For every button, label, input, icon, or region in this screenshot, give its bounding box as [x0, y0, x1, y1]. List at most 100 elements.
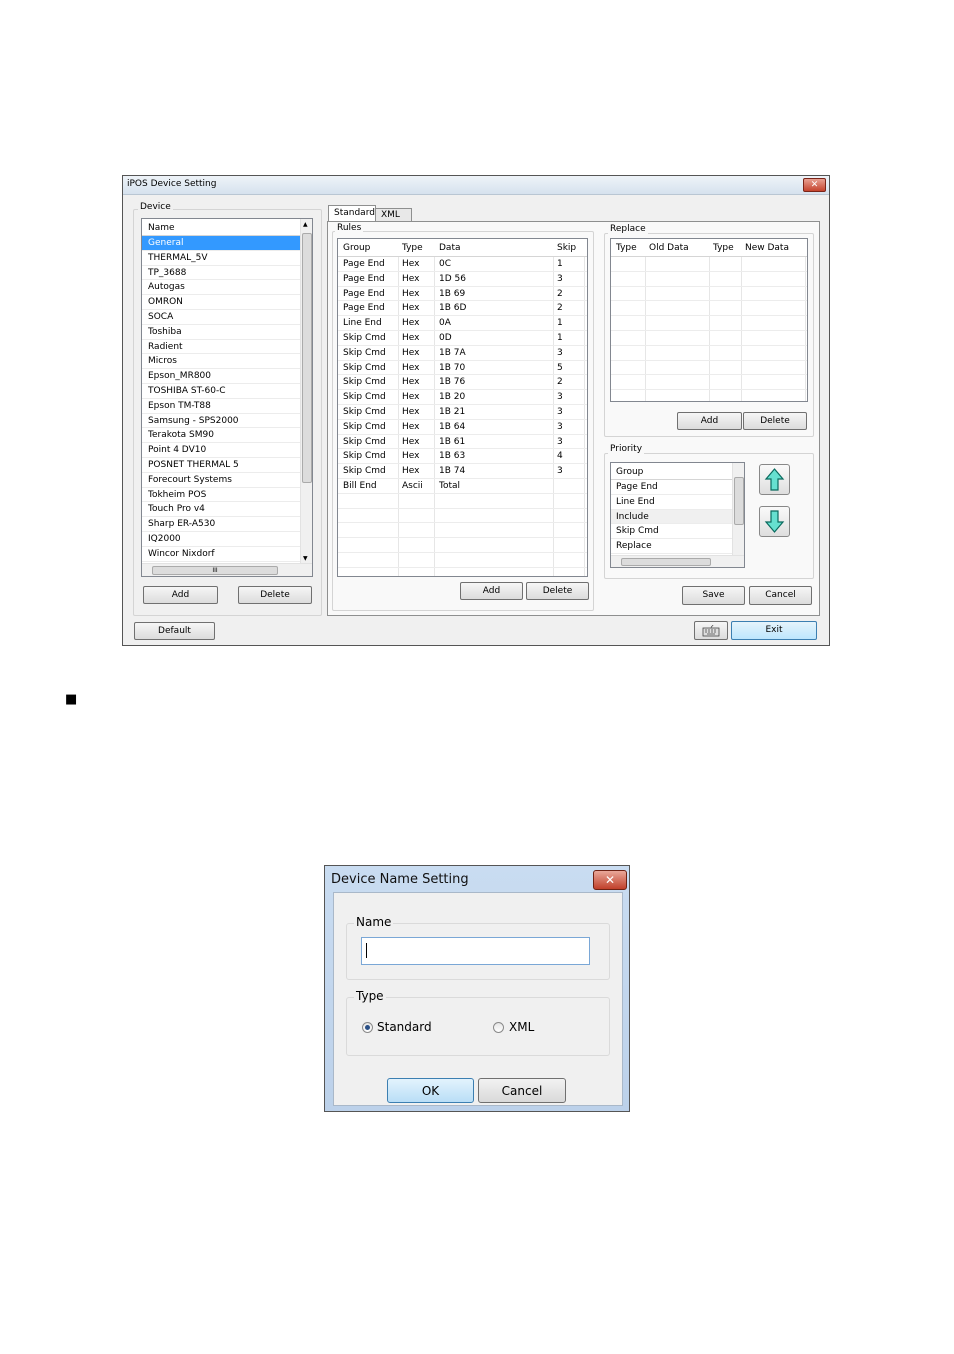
close-icon[interactable]: ✕: [803, 178, 826, 192]
priority-down-button[interactable]: [759, 506, 790, 537]
replace-empty-row[interactable]: [611, 257, 807, 272]
device-list-item[interactable]: TP_3688: [142, 266, 300, 281]
device-list-item[interactable]: TOSHIBA ST-60-C: [142, 384, 300, 399]
device-list-item[interactable]: Epson_MR800: [142, 369, 300, 384]
rules-table-row[interactable]: Page End Hex 1D 56 3: [338, 272, 587, 287]
replace-col-type-2[interactable]: Type: [713, 243, 734, 253]
ok-button[interactable]: OK: [387, 1078, 474, 1103]
device-list-item[interactable]: OMRON: [142, 295, 300, 310]
priority-up-button[interactable]: [759, 464, 790, 495]
priority-hscrollbar[interactable]: [611, 555, 744, 567]
exit-button[interactable]: Exit: [731, 621, 817, 640]
rules-empty-row[interactable]: [338, 568, 587, 576]
replace-empty-row[interactable]: [611, 316, 807, 331]
device-list-item[interactable]: Terakota SM90: [142, 428, 300, 444]
replace-col-new-data[interactable]: New Data: [745, 243, 789, 253]
replace-empty-row[interactable]: [611, 375, 807, 391]
device-list-item[interactable]: Tokheim POS: [142, 488, 300, 503]
replace-empty-row[interactable]: [611, 287, 807, 302]
priority-vscrollbar[interactable]: [732, 463, 744, 556]
priority-list-item[interactable]: Page End: [611, 480, 732, 495]
device-list-item[interactable]: SOCA: [142, 310, 300, 325]
priority-hscroll-thumb[interactable]: [621, 558, 711, 566]
replace-col-old-data[interactable]: Old Data: [649, 243, 689, 253]
rules-table-row[interactable]: Skip Cmd Hex 0D 1: [338, 331, 587, 346]
rules-empty-row[interactable]: [338, 494, 587, 509]
xml-radio[interactable]: [493, 1022, 504, 1033]
replace-empty-row[interactable]: [611, 331, 807, 346]
device-list-item[interactable]: Autogas: [142, 280, 300, 296]
rules-table-row[interactable]: Skip Cmd Hex 1B 64 3: [338, 420, 587, 435]
rules-table-row[interactable]: Skip Cmd Hex 1B 70 5: [338, 361, 587, 376]
standard-radio-label[interactable]: Standard: [377, 1020, 432, 1034]
rules-table-row[interactable]: Page End Hex 1B 69 2: [338, 287, 587, 302]
rules-table-row[interactable]: Skip Cmd Hex 1B 76 2: [338, 375, 587, 391]
device-list-hscroll-thumb[interactable]: III: [152, 566, 278, 575]
rules-table-row[interactable]: Skip Cmd Hex 1B 63 4: [338, 449, 587, 465]
rules-empty-row[interactable]: [338, 509, 587, 524]
device-list-item[interactable]: Sharp ER-A530: [142, 517, 300, 532]
default-button[interactable]: Default: [134, 622, 215, 640]
replace-empty-row[interactable]: [611, 346, 807, 361]
rules-empty-row[interactable]: [338, 553, 587, 568]
device-list-item[interactable]: Toshiba: [142, 325, 300, 340]
device-list-hscrollbar[interactable]: III: [142, 563, 312, 576]
replace-empty-row[interactable]: [611, 361, 807, 376]
scroll-up-icon[interactable]: ▲: [303, 221, 308, 228]
rules-table-row[interactable]: Skip Cmd Hex 1B 21 3: [338, 405, 587, 420]
device-list-vscroll-thumb[interactable]: [302, 233, 312, 483]
dialog-close-icon[interactable]: ✕: [593, 870, 627, 890]
rules-table-row[interactable]: Page End Hex 0C 1: [338, 257, 587, 272]
device-name-column-header[interactable]: Name: [148, 223, 175, 233]
rules-delete-button[interactable]: Delete: [526, 582, 589, 600]
rules-col-type[interactable]: Type: [402, 243, 423, 253]
rules-col-data[interactable]: Data: [439, 243, 461, 253]
rules-col-group[interactable]: Group: [343, 243, 370, 253]
rules-col-skip[interactable]: Skip: [557, 243, 576, 253]
tab-xml[interactable]: XML: [375, 208, 412, 222]
replace-empty-row[interactable]: [611, 301, 807, 317]
rules-add-button[interactable]: Add: [460, 582, 523, 600]
priority-col-group[interactable]: Group: [616, 467, 643, 477]
replace-delete-button[interactable]: Delete: [743, 412, 807, 430]
device-delete-button[interactable]: Delete: [238, 586, 312, 604]
dialog-cancel-button[interactable]: Cancel: [478, 1078, 566, 1103]
device-list-vscrollbar[interactable]: ▲ ▼: [300, 219, 312, 564]
replace-empty-row[interactable]: [611, 272, 807, 287]
device-list-item[interactable]: Samsung - SPS2000: [142, 414, 300, 429]
device-list-item[interactable]: General: [142, 236, 300, 251]
device-list-item[interactable]: Epson TM-T88: [142, 399, 300, 414]
scroll-down-icon[interactable]: ▼: [303, 555, 308, 562]
priority-list-item[interactable]: Skip Cmd: [611, 524, 732, 540]
save-button[interactable]: Save: [682, 586, 745, 605]
device-list-item[interactable]: Point 4 DV10: [142, 443, 300, 458]
device-list-item[interactable]: IQ2000: [142, 532, 300, 547]
priority-list-item[interactable]: Line End: [611, 495, 732, 510]
device-list-item[interactable]: Radient: [142, 340, 300, 355]
priority-list-item[interactable]: Replace: [611, 539, 732, 554]
device-list-item[interactable]: Wincor Nixdorf: [142, 547, 300, 562]
device-list-item[interactable]: Micros: [142, 354, 300, 370]
rules-table-row[interactable]: Page End Hex 1B 6D 2: [338, 301, 587, 317]
rules-table-row[interactable]: Bill End Ascii Total: [338, 479, 587, 494]
replace-add-button[interactable]: Add: [677, 412, 742, 430]
device-add-button[interactable]: Add: [143, 586, 218, 604]
rules-table-row[interactable]: Skip Cmd Hex 1B 7A 3: [338, 346, 587, 361]
device-list[interactable]: Name General THERMAL_5V TP_3688 Autogas OMRO…: [141, 218, 313, 577]
device-list-item[interactable]: Forecourt Systems: [142, 473, 300, 488]
xml-radio-label[interactable]: XML: [509, 1020, 534, 1034]
device-list-item[interactable]: THERMAL_5V: [142, 251, 300, 266]
device-list-item[interactable]: Touch Pro v4: [142, 502, 300, 518]
rules-empty-row[interactable]: [338, 523, 587, 539]
rules-table-row[interactable]: Skip Cmd Hex 1B 61 3: [338, 435, 587, 450]
tab-standard[interactable]: Standard: [328, 205, 376, 222]
rules-table-row[interactable]: Skip Cmd Hex 1B 74 3: [338, 464, 587, 479]
rules-table-row[interactable]: Skip Cmd Hex 1B 20 3: [338, 390, 587, 405]
priority-list-item[interactable]: Include: [611, 509, 732, 525]
name-input[interactable]: [361, 937, 590, 965]
replace-col-type[interactable]: Type: [616, 243, 637, 253]
rules-table-row[interactable]: Line End Hex 0A 1: [338, 316, 587, 331]
replace-table[interactable]: Type Old Data Type New Data: [610, 238, 808, 402]
rules-empty-row[interactable]: [338, 538, 587, 553]
standard-radio[interactable]: [362, 1022, 373, 1033]
